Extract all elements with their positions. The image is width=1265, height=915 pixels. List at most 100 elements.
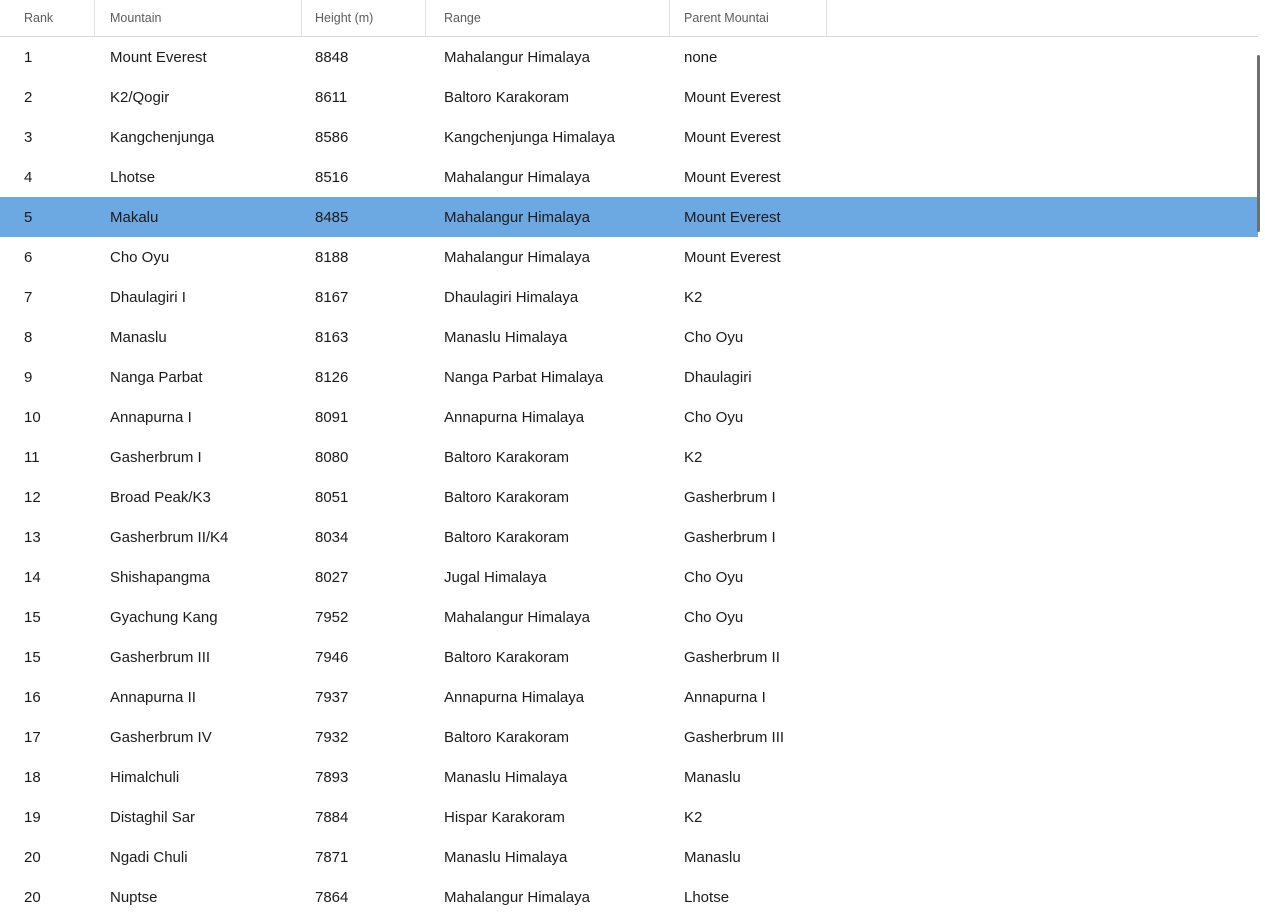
table-row[interactable]: 3Kangchenjunga8586Kangchenjunga Himalaya… bbox=[0, 117, 1258, 157]
table-row[interactable]: 17Gasherbrum IV7932Baltoro KarakoramGash… bbox=[0, 717, 1258, 757]
column-header-rank[interactable]: Rank bbox=[0, 0, 95, 36]
cell-mountain: Cho Oyu bbox=[95, 237, 302, 277]
cell-height: 8586 bbox=[302, 117, 426, 157]
cell-height: 7937 bbox=[302, 677, 426, 717]
cell-mountain: K2/Qogir bbox=[95, 77, 302, 117]
cell-range: Manaslu Himalaya bbox=[426, 757, 670, 797]
cell-height: 7946 bbox=[302, 637, 426, 677]
table-row[interactable]: 5Makalu8485Mahalangur HimalayaMount Ever… bbox=[0, 197, 1258, 237]
cell-rank: 14 bbox=[0, 557, 95, 597]
table-row[interactable]: 4Lhotse8516Mahalangur HimalayaMount Ever… bbox=[0, 157, 1258, 197]
cell-filler bbox=[827, 677, 1258, 717]
table-row[interactable]: 8Manaslu8163Manaslu HimalayaCho Oyu bbox=[0, 317, 1258, 357]
cell-range: Baltoro Karakoram bbox=[426, 717, 670, 757]
table-body: 1Mount Everest8848Mahalangur Himalayanon… bbox=[0, 37, 1258, 915]
table-row[interactable]: 1Mount Everest8848Mahalangur Himalayanon… bbox=[0, 37, 1258, 77]
cell-range: Mahalangur Himalaya bbox=[426, 597, 670, 637]
cell-parent: Mount Everest bbox=[670, 77, 827, 117]
cell-filler bbox=[827, 597, 1258, 637]
table-row[interactable]: 14Shishapangma8027Jugal HimalayaCho Oyu bbox=[0, 557, 1258, 597]
cell-rank: 1 bbox=[0, 37, 95, 77]
cell-rank: 2 bbox=[0, 77, 95, 117]
cell-parent: Gasherbrum III bbox=[670, 717, 827, 757]
cell-mountain: Annapurna I bbox=[95, 397, 302, 437]
cell-rank: 15 bbox=[0, 637, 95, 677]
cell-height: 7871 bbox=[302, 837, 426, 877]
cell-parent: Manaslu bbox=[670, 837, 827, 877]
table-row[interactable]: 20Ngadi Chuli7871Manaslu HimalayaManaslu bbox=[0, 837, 1258, 877]
cell-filler bbox=[827, 37, 1258, 77]
cell-mountain: Gyachung Kang bbox=[95, 597, 302, 637]
table-row[interactable]: 15Gasherbrum III7946Baltoro KarakoramGas… bbox=[0, 637, 1258, 677]
cell-height: 8163 bbox=[302, 317, 426, 357]
cell-range: Mahalangur Himalaya bbox=[426, 237, 670, 277]
cell-rank: 20 bbox=[0, 837, 95, 877]
cell-filler bbox=[827, 877, 1258, 915]
cell-height: 8034 bbox=[302, 517, 426, 557]
column-header-mountain[interactable]: Mountain bbox=[95, 0, 302, 36]
cell-height: 8027 bbox=[302, 557, 426, 597]
cell-parent: Gasherbrum II bbox=[670, 637, 827, 677]
cell-height: 8126 bbox=[302, 357, 426, 397]
table-row[interactable]: 10Annapurna I8091Annapurna HimalayaCho O… bbox=[0, 397, 1258, 437]
table-header-row: Rank Mountain Height (m) Range Parent Mo… bbox=[0, 0, 1258, 37]
cell-range: Annapurna Himalaya bbox=[426, 397, 670, 437]
column-header-parent[interactable]: Parent Mountai bbox=[670, 0, 827, 36]
cell-range: Baltoro Karakoram bbox=[426, 77, 670, 117]
cell-parent: Mount Everest bbox=[670, 157, 827, 197]
cell-mountain: Nanga Parbat bbox=[95, 357, 302, 397]
cell-mountain: Gasherbrum II/K4 bbox=[95, 517, 302, 557]
cell-height: 8091 bbox=[302, 397, 426, 437]
cell-rank: 4 bbox=[0, 157, 95, 197]
table-row[interactable]: 19Distaghil Sar7884Hispar KarakoramK2 bbox=[0, 797, 1258, 837]
table-row[interactable]: 20Nuptse7864Mahalangur HimalayaLhotse bbox=[0, 877, 1258, 915]
column-header-range[interactable]: Range bbox=[426, 0, 670, 36]
cell-mountain: Kangchenjunga bbox=[95, 117, 302, 157]
cell-parent: Manaslu bbox=[670, 757, 827, 797]
cell-mountain: Manaslu bbox=[95, 317, 302, 357]
table-row[interactable]: 9Nanga Parbat8126Nanga Parbat HimalayaDh… bbox=[0, 357, 1258, 397]
cell-filler bbox=[827, 157, 1258, 197]
cell-mountain: Nuptse bbox=[95, 877, 302, 915]
cell-parent: K2 bbox=[670, 277, 827, 317]
cell-height: 7952 bbox=[302, 597, 426, 637]
cell-rank: 15 bbox=[0, 597, 95, 637]
cell-rank: 6 bbox=[0, 237, 95, 277]
cell-parent: Lhotse bbox=[670, 877, 827, 915]
cell-filler bbox=[827, 317, 1258, 357]
cell-rank: 3 bbox=[0, 117, 95, 157]
cell-mountain: Ngadi Chuli bbox=[95, 837, 302, 877]
vertical-scrollbar-thumb[interactable] bbox=[1257, 55, 1260, 232]
cell-mountain: Gasherbrum I bbox=[95, 437, 302, 477]
cell-height: 7932 bbox=[302, 717, 426, 757]
cell-height: 8188 bbox=[302, 237, 426, 277]
cell-height: 8485 bbox=[302, 197, 426, 237]
table-row[interactable]: 11Gasherbrum I8080Baltoro KarakoramK2 bbox=[0, 437, 1258, 477]
table-row[interactable]: 16Annapurna II7937Annapurna HimalayaAnna… bbox=[0, 677, 1258, 717]
table-row[interactable]: 6Cho Oyu8188Mahalangur HimalayaMount Eve… bbox=[0, 237, 1258, 277]
cell-height: 8167 bbox=[302, 277, 426, 317]
column-header-height[interactable]: Height (m) bbox=[302, 0, 426, 36]
table-row[interactable]: 7Dhaulagiri I8167Dhaulagiri HimalayaK2 bbox=[0, 277, 1258, 317]
column-header-filler bbox=[827, 0, 1258, 36]
cell-rank: 10 bbox=[0, 397, 95, 437]
cell-parent: Cho Oyu bbox=[670, 597, 827, 637]
table-row[interactable]: 15Gyachung Kang7952Mahalangur HimalayaCh… bbox=[0, 597, 1258, 637]
cell-range: Mahalangur Himalaya bbox=[426, 877, 670, 915]
cell-parent: Cho Oyu bbox=[670, 397, 827, 437]
cell-range: Baltoro Karakoram bbox=[426, 517, 670, 557]
table-row[interactable]: 13Gasherbrum II/K48034Baltoro KarakoramG… bbox=[0, 517, 1258, 557]
cell-filler bbox=[827, 557, 1258, 597]
cell-range: Jugal Himalaya bbox=[426, 557, 670, 597]
cell-mountain: Makalu bbox=[95, 197, 302, 237]
table-row[interactable]: 2K2/Qogir8611Baltoro KarakoramMount Ever… bbox=[0, 77, 1258, 117]
cell-rank: 18 bbox=[0, 757, 95, 797]
cell-range: Nanga Parbat Himalaya bbox=[426, 357, 670, 397]
cell-filler bbox=[827, 477, 1258, 517]
cell-parent: Cho Oyu bbox=[670, 317, 827, 357]
table-row[interactable]: 12Broad Peak/K38051Baltoro KarakoramGash… bbox=[0, 477, 1258, 517]
cell-mountain: Shishapangma bbox=[95, 557, 302, 597]
cell-range: Hispar Karakoram bbox=[426, 797, 670, 837]
table-row[interactable]: 18Himalchuli7893Manaslu HimalayaManaslu bbox=[0, 757, 1258, 797]
cell-filler bbox=[827, 797, 1258, 837]
